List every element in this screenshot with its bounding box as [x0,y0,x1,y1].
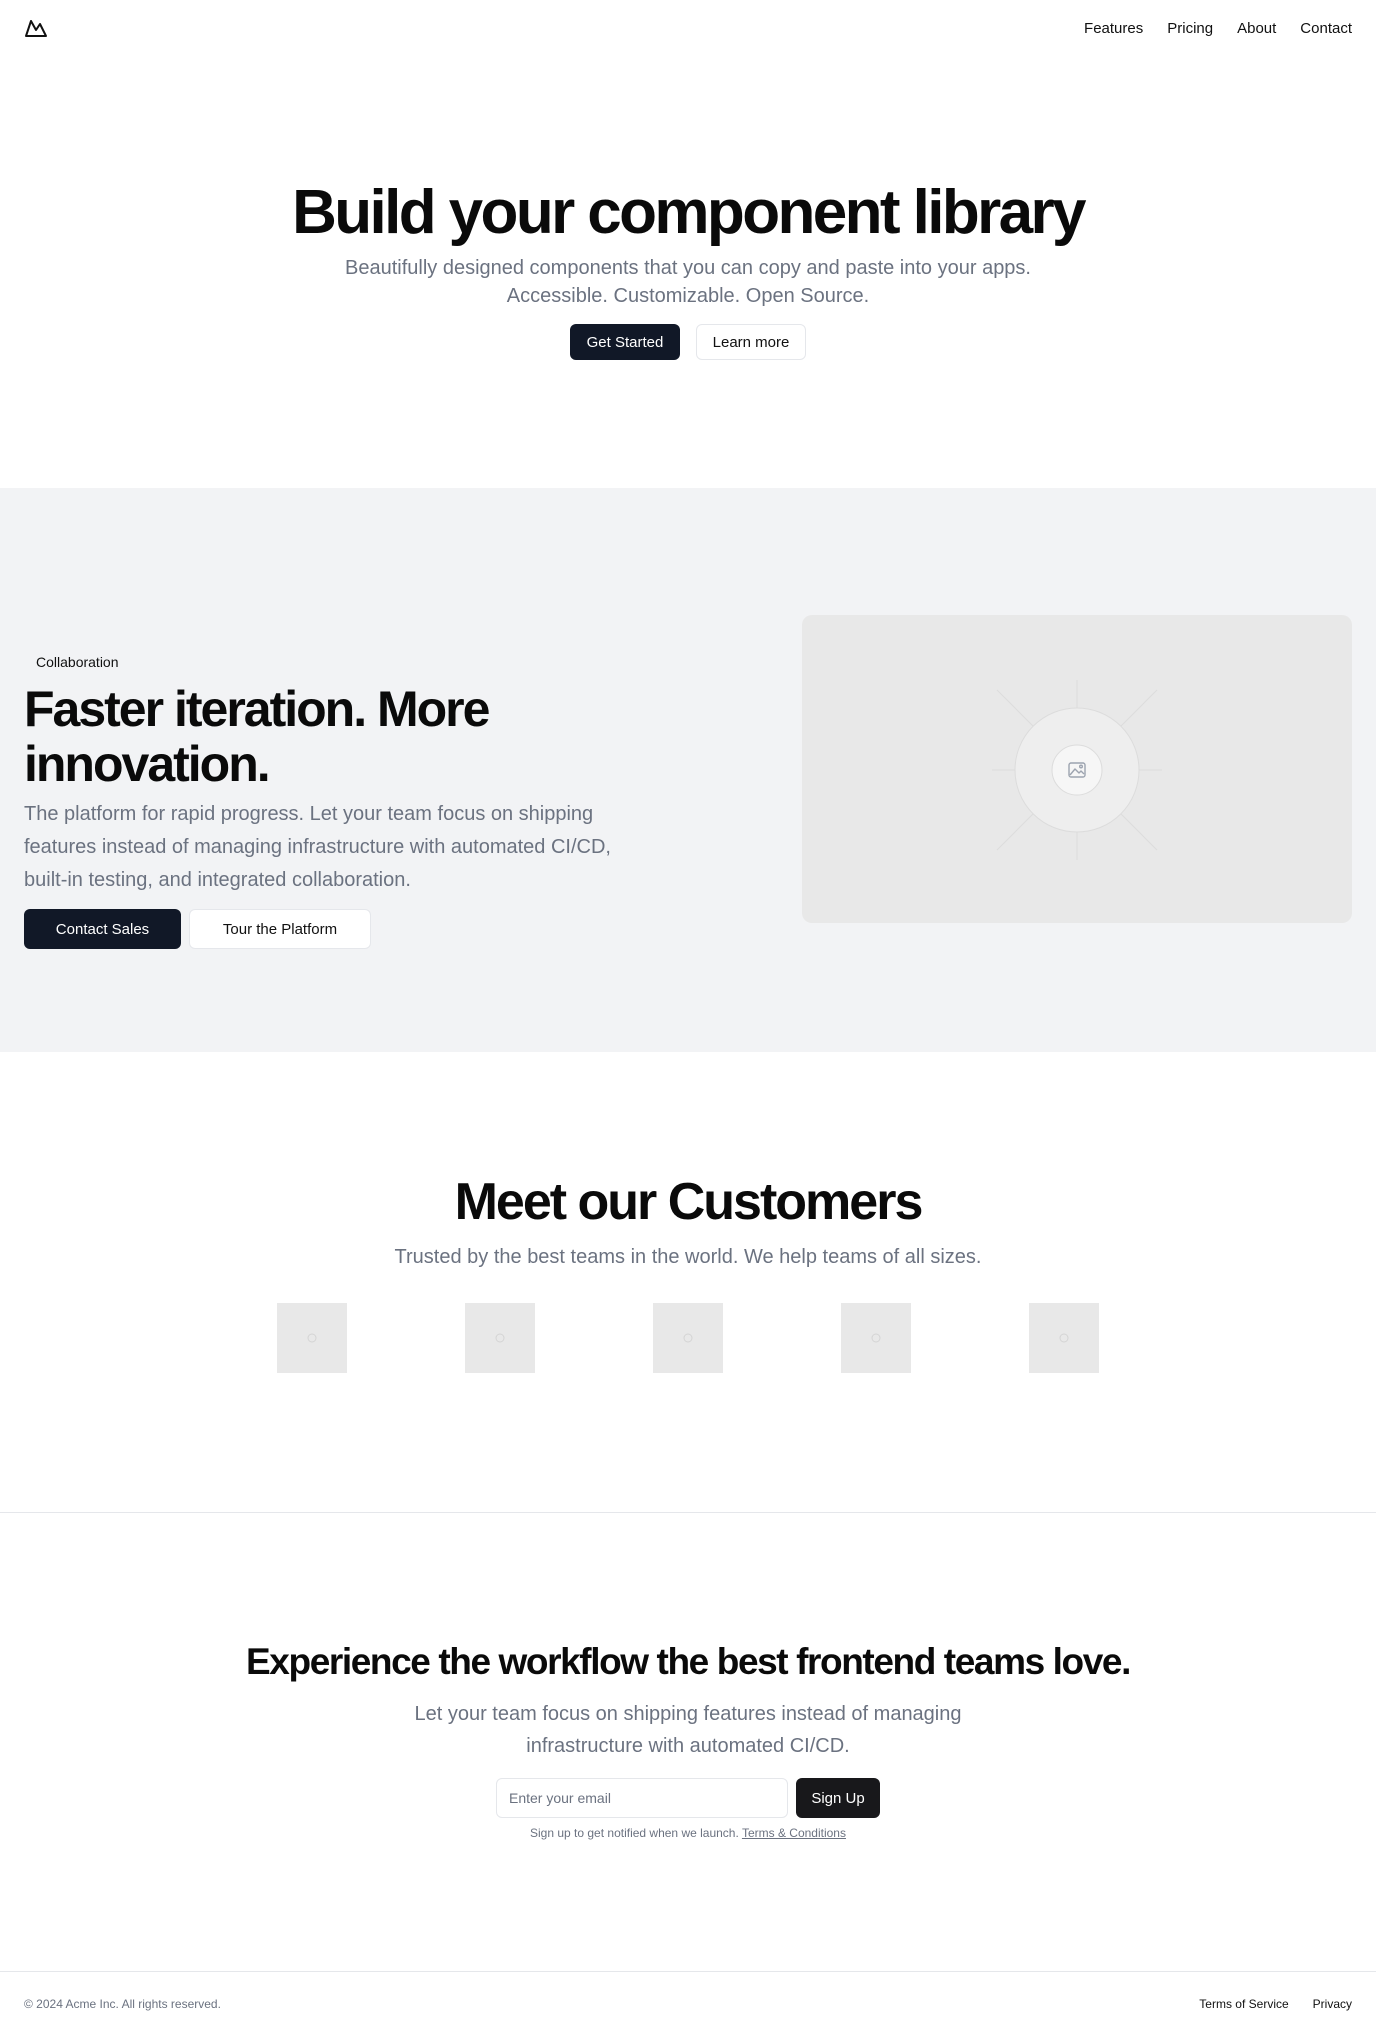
copyright-text: © 2024 Acme Inc. All rights reserved. [24,1997,221,2011]
customers-title: Meet our Customers [454,1173,924,1231]
footer-links: Terms of Service Privacy [1199,1997,1352,2011]
cta-title: Experience the workflow the best fronten… [246,1641,1131,1682]
tour-platform-button[interactable]: Tour the Platform [189,909,371,949]
feature-badge: Collaboration [36,654,119,670]
feature-description: The platform for rapid progress. Let you… [24,803,611,891]
hero-section: Build your component library Beautifully… [0,56,1376,488]
customer-logo [277,1303,347,1373]
image-placeholder-icon [1059,1333,1069,1343]
cta-section: Experience the workflow the best fronten… [0,1513,1376,1971]
nav-link-contact[interactable]: Contact [1300,20,1352,37]
image-placeholder-icon [307,1333,317,1343]
customer-logos [277,1303,1099,1373]
footer-link-privacy[interactable]: Privacy [1313,1997,1352,2011]
cta-description: Let your team focus on shipping features… [414,1703,962,1757]
nav-link-pricing[interactable]: Pricing [1167,20,1213,37]
customer-logo [1029,1303,1099,1373]
customer-logo [653,1303,723,1373]
image-placeholder-icon [992,680,1162,860]
feature-image [802,615,1352,923]
nav-link-features[interactable]: Features [1084,20,1143,37]
learn-more-button[interactable]: Learn more [696,324,806,360]
hero-title: Build your component library [292,178,1086,247]
signup-form: Sign Up [496,1778,880,1818]
footer-link-terms[interactable]: Terms of Service [1199,1997,1288,2011]
customers-section: Meet our Customers Trusted by the best t… [0,1052,1376,1512]
site-footer: © 2024 Acme Inc. All rights reserved. Te… [0,1971,1376,2036]
email-input[interactable] [496,1778,788,1818]
nav-link-about[interactable]: About [1237,20,1276,37]
mountain-icon[interactable] [24,16,48,40]
main-nav: Features Pricing About Contact [1084,20,1352,37]
image-placeholder-icon [871,1333,881,1343]
get-started-button[interactable]: Get Started [570,324,680,360]
customer-logo [841,1303,911,1373]
customers-subtitle: Trusted by the best teams in the world. … [394,1246,982,1268]
hero-subtitle: Beautifully designed components that you… [344,257,1031,307]
feature-title: Faster iteration. More innovation. [24,681,490,792]
feature-section: Collaboration Faster iteration. More inn… [0,488,1376,1052]
contact-sales-button[interactable]: Contact Sales [24,909,181,949]
site-header: Features Pricing About Contact [0,0,1376,56]
feature-content: Collaboration Faster iteration. More inn… [24,652,744,949]
signup-fine-print: Sign up to get notified when we launch. … [530,1826,846,1840]
sign-up-button[interactable]: Sign Up [796,1778,880,1818]
hero-actions: Get Started Learn more [570,324,806,360]
terms-link[interactable]: Terms & Conditions [742,1826,846,1840]
customer-logo [465,1303,535,1373]
feature-actions: Contact Sales Tour the Platform [24,909,744,949]
image-placeholder-icon [495,1333,505,1343]
fine-print-text: Sign up to get notified when we launch. [530,1826,739,1840]
image-placeholder-icon [683,1333,693,1343]
